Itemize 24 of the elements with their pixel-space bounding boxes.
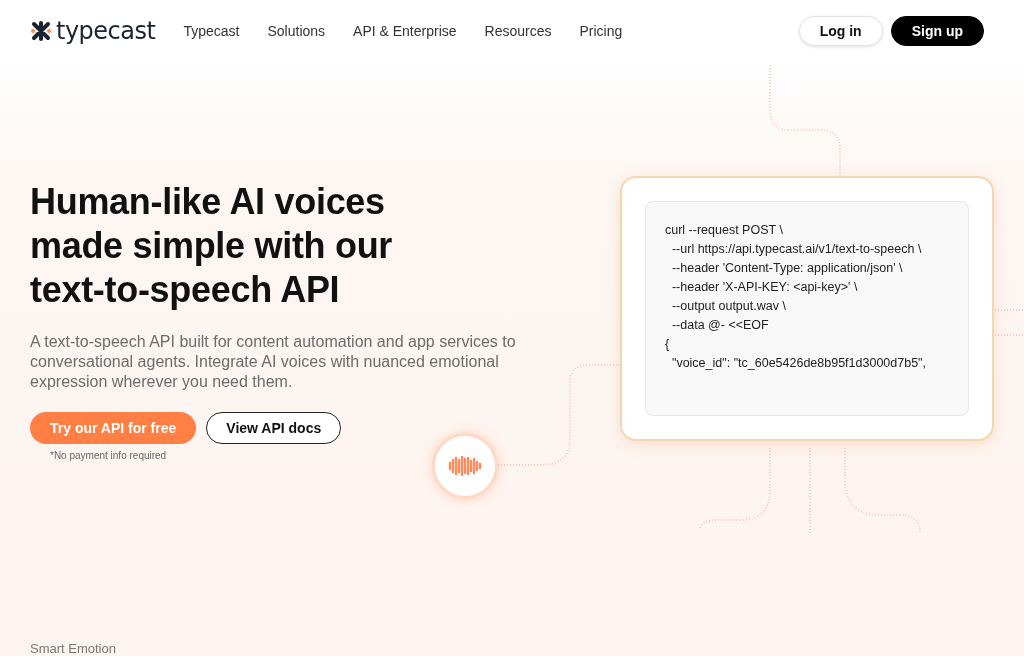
code-line: --header 'Content-Type: application/json' \: [670, 260, 904, 277]
logo-text[interactable]: typecast: [56, 17, 156, 45]
code-line: --url https://api.typecast.ai/v1/text-to-speech \: [670, 241, 923, 258]
section-label: Smart Emotion: [30, 641, 116, 656]
hero-subtitle: A text-to-speech API built for content automation and app services to conversational agents. Integrate AI voices with nuanced emotional expression wherever you need them.: [30, 332, 517, 392]
nav-link[interactable]: API & Enterprise: [353, 23, 457, 39]
voice-button[interactable]: [435, 436, 495, 496]
code-line: curl --request POST \: [665, 222, 784, 239]
code-line: --header 'X-API-KEY: <api-key>' \: [670, 279, 859, 296]
hero-title: Human-like AI voices made simple with our text-to-speech API: [30, 180, 394, 312]
signup-button[interactable]: Sign up: [890, 16, 984, 46]
payment-note: *No payment info required: [50, 450, 168, 461]
view-docs-button[interactable]: View API docs: [206, 412, 342, 444]
logo-icon: [30, 20, 52, 42]
waveform-icon: [447, 456, 483, 476]
login-button[interactable]: Log in: [798, 16, 883, 46]
nav-link[interactable]: Solutions: [267, 23, 326, 39]
code-line: "voice_id": "tc_60e5426de8b95f1d3000d7b5",: [670, 355, 928, 372]
nav-link[interactable]: Typecast: [183, 23, 240, 39]
nav-link[interactable]: Resources: [484, 23, 552, 39]
code-line: {: [665, 336, 671, 353]
code-line: --output output.wav \: [670, 298, 787, 315]
nav-link[interactable]: Pricing: [579, 23, 623, 39]
code-line: --data @- <<EOF: [670, 317, 770, 334]
